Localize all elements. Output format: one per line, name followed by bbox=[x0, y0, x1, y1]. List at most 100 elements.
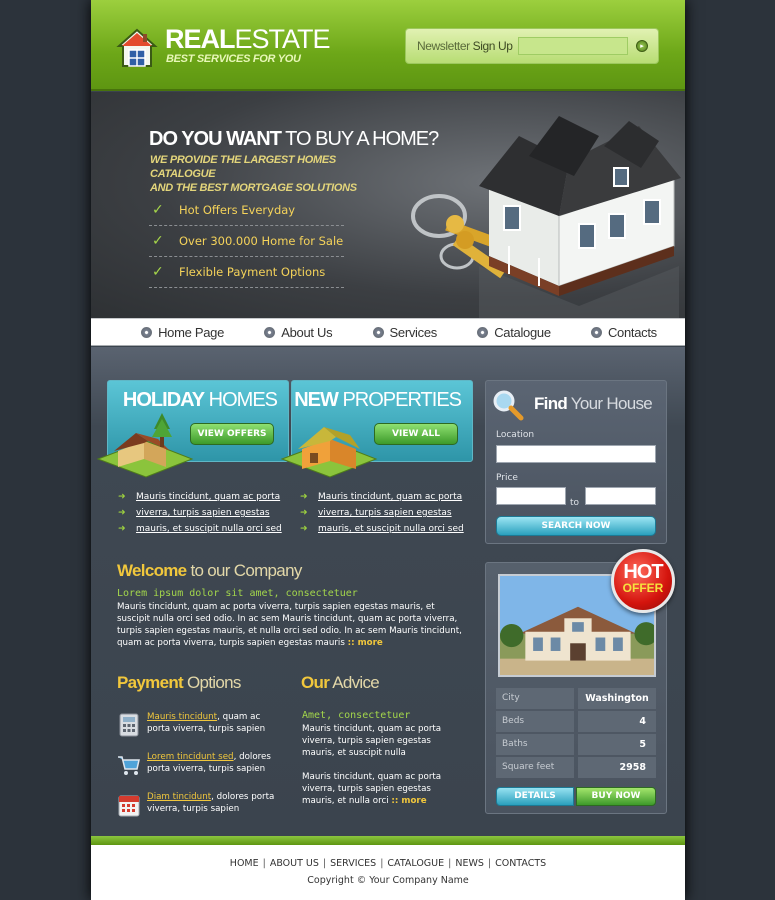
house-with-keys-image bbox=[411, 116, 681, 318]
newsletter-email-input[interactable] bbox=[518, 37, 628, 55]
payment-option-link[interactable]: Mauris tincidunt bbox=[147, 712, 217, 722]
footer-separator: | bbox=[322, 858, 327, 869]
location-label: Location bbox=[496, 430, 535, 440]
link-row: ➜ viverra, turpis sapien egestas bbox=[118, 505, 294, 521]
price-from-input[interactable] bbox=[496, 487, 566, 505]
find-title-light: Your House bbox=[570, 394, 653, 413]
property-value: 4 bbox=[578, 711, 656, 732]
banner-subtitle-line: WE PROVIDE THE LARGEST HOMES CATALOGUE bbox=[150, 154, 336, 180]
hot-offer-badge: HOT OFFER bbox=[611, 549, 675, 613]
feature-list: ✓ Hot Offers Everyday ✓ Over 300.000 Home … bbox=[149, 195, 344, 288]
footer-link-contacts[interactable]: CONTACTS bbox=[495, 858, 546, 869]
banner-title-bold: DO YOU WANT bbox=[149, 128, 282, 150]
property-row-baths: Baths 5 bbox=[496, 734, 656, 755]
promo-title: NEW PROPERTIES bbox=[294, 389, 462, 412]
link-row: ➜ Mauris tincidunt, quam ac porta bbox=[118, 489, 294, 505]
property-key: City bbox=[496, 688, 574, 709]
arrow-right-icon: ➜ bbox=[300, 508, 308, 518]
magnifier-icon bbox=[493, 390, 524, 421]
welcome-more-link[interactable]: :: more bbox=[348, 638, 383, 648]
newsletter-box: Newsletter Sign Up ▸ bbox=[405, 28, 659, 64]
banner-title: DO YOU WANT TO BUY A HOME? bbox=[149, 128, 439, 151]
nav-bullet-icon bbox=[590, 326, 602, 338]
text-link[interactable]: Mauris tincidunt, quam ac porta bbox=[136, 492, 280, 502]
arrow-right-icon: ➜ bbox=[300, 492, 308, 502]
text-link[interactable]: Mauris tincidunt, quam ac porta bbox=[318, 492, 462, 502]
nav-label: Home Page bbox=[158, 324, 225, 340]
property-key: Square feet bbox=[496, 757, 574, 778]
text-link[interactable]: viverra, turpis sapien egestas bbox=[318, 508, 452, 518]
payment-title-bold: Payment bbox=[117, 673, 184, 692]
footer-bar bbox=[91, 836, 685, 845]
view-offers-button[interactable]: VIEW OFFERS bbox=[190, 423, 274, 445]
feature-text: Over 300.000 Home for Sale bbox=[179, 234, 344, 248]
arrow-right-icon: ➜ bbox=[300, 524, 308, 534]
welcome-title-bold: Welcome bbox=[117, 561, 187, 580]
house-logo-icon bbox=[116, 28, 158, 67]
feature-item: ✓ Hot Offers Everyday bbox=[149, 195, 344, 226]
welcome-lead: Lorem ipsum dolor sit amet, consectetuer bbox=[117, 588, 358, 599]
footer-link-catalogue[interactable]: CATALOGUE bbox=[387, 858, 444, 869]
welcome-paragraph: Mauris tincidunt, quam ac porta viverra,… bbox=[117, 601, 467, 649]
footer-link-news[interactable]: NEWS bbox=[455, 858, 484, 869]
newsletter-signup-text: Sign Up bbox=[472, 39, 513, 53]
nav-item-catalogue[interactable]: Catalogue bbox=[477, 325, 551, 340]
search-now-button[interactable]: SEARCH NOW bbox=[496, 516, 656, 536]
advice-title: Our Advice bbox=[301, 673, 380, 693]
newsletter-label-text: Newsletter bbox=[417, 39, 470, 53]
nav-bullet-icon bbox=[372, 326, 384, 338]
payment-option: Diam tincidunt, dolores porta viverra, t… bbox=[117, 791, 277, 827]
main-content: HOLIDAY HOMES VIEW OFFERS NEW PROPERTIES… bbox=[91, 347, 685, 837]
payment-option-text: Diam tincidunt, dolores porta viverra, t… bbox=[147, 791, 282, 815]
nav-item-contacts[interactable]: Contacts bbox=[590, 325, 657, 340]
property-row-beds: Beds 4 bbox=[496, 711, 656, 732]
nav-item-home[interactable]: Home Page bbox=[141, 325, 224, 340]
badge-offer: OFFER bbox=[622, 581, 664, 595]
price-to-input[interactable] bbox=[585, 487, 656, 505]
payment-title: Payment Options bbox=[117, 673, 241, 693]
payment-option-link[interactable]: Lorem tincidunt sed bbox=[147, 752, 234, 762]
cart-icon bbox=[118, 756, 140, 775]
link-row: ➜ viverra, turpis sapien egestas bbox=[300, 505, 476, 521]
newsletter-submit-button[interactable]: ▸ bbox=[636, 40, 648, 52]
text-link[interactable]: mauris, et suscipit nulla orci sed bbox=[318, 524, 464, 534]
footer-link-services[interactable]: SERVICES bbox=[330, 858, 376, 869]
checkmark-icon: ✓ bbox=[152, 202, 164, 218]
payment-option-text: Lorem tincidunt sed, dolores porta viver… bbox=[147, 751, 282, 775]
view-all-button[interactable]: VIEW ALL bbox=[374, 423, 458, 445]
text-link[interactable]: mauris, et suscipit nulla orci sed bbox=[136, 524, 282, 534]
details-button[interactable]: DETAILS bbox=[496, 787, 574, 806]
footer-link-home[interactable]: HOME bbox=[230, 858, 259, 869]
new-properties-links: ➜ Mauris tincidunt, quam ac porta ➜ viverr… bbox=[300, 489, 476, 537]
find-house-panel: Find Your House Location Price to SEARCH… bbox=[485, 380, 667, 544]
footer-links: HOME | ABOUT US | SERVICES | CATALOGUE | NEWS | CO… bbox=[91, 858, 685, 869]
nav-item-services[interactable]: Services bbox=[372, 325, 437, 340]
price-to-label: to bbox=[570, 498, 580, 508]
logo-bold: REAL bbox=[165, 24, 235, 54]
welcome-body: Mauris tincidunt, quam ac porta viverra,… bbox=[117, 602, 462, 648]
arrow-right-icon: ➜ bbox=[118, 524, 126, 534]
payment-option: Lorem tincidunt sed, dolores porta viver… bbox=[117, 751, 277, 787]
logo-tagline: BEST SERVICES FOR YOU bbox=[166, 53, 301, 65]
location-input[interactable] bbox=[496, 445, 656, 463]
buy-now-button[interactable]: BUY NOW bbox=[576, 787, 656, 806]
footer-link-about[interactable]: ABOUT US bbox=[270, 858, 319, 869]
banner-subtitle: WE PROVIDE THE LARGEST HOMES CATALOGUE A… bbox=[150, 153, 390, 195]
nav-bullet-icon bbox=[141, 326, 153, 338]
property-row-city: City Washington bbox=[496, 688, 656, 709]
header: REALESTATE BEST SERVICES FOR YOU Newslet… bbox=[91, 0, 685, 91]
payment-option-text: Mauris tincidunt, quam ac porta viverra,… bbox=[147, 711, 282, 735]
nav-item-about[interactable]: About Us bbox=[264, 324, 333, 340]
feature-item: ✓ Over 300.000 Home for Sale bbox=[149, 226, 344, 257]
holiday-homes-promo: HOLIDAY HOMES VIEW OFFERS bbox=[96, 380, 289, 478]
advice-title-bold: Our bbox=[301, 673, 330, 692]
footer-separator: | bbox=[487, 858, 492, 869]
advice-more-link[interactable]: :: more bbox=[391, 796, 426, 806]
badge-hot: HOT bbox=[623, 561, 663, 583]
text-link[interactable]: viverra, turpis sapien egestas bbox=[136, 508, 270, 518]
nav-label: About Us bbox=[281, 324, 333, 340]
logo-title[interactable]: REALESTATE bbox=[165, 24, 331, 54]
footer-separator: | bbox=[262, 858, 266, 869]
nav-bullet-icon bbox=[264, 326, 276, 338]
payment-option-link[interactable]: Diam tincidunt bbox=[147, 792, 211, 802]
